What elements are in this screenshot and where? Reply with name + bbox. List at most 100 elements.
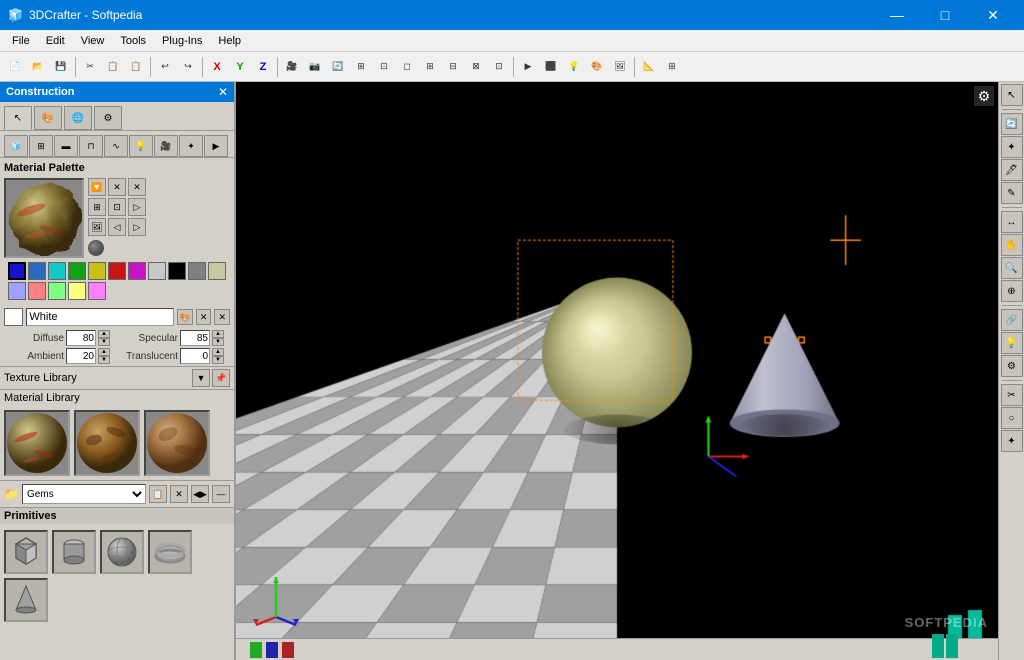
rt-zoomplus[interactable]: ⊕: [1001, 280, 1023, 302]
menu-tools[interactable]: Tools: [112, 33, 154, 49]
swatch-salmon[interactable]: [28, 282, 46, 300]
tb-snap[interactable]: 📐: [638, 56, 660, 78]
mat-item-3[interactable]: [144, 410, 210, 476]
rt-move[interactable]: ↔: [1001, 211, 1023, 233]
palette-left-btn[interactable]: ◁: [108, 218, 126, 236]
rt-zoomin[interactable]: 🔍: [1001, 257, 1023, 279]
obj-tab-cam[interactable]: 🎥: [154, 135, 178, 157]
palette-right-btn[interactable]: ▷: [128, 218, 146, 236]
rt-connect[interactable]: 🔗: [1001, 309, 1023, 331]
obj-tab-mesh[interactable]: ⊞: [29, 135, 53, 157]
tb-save[interactable]: 💾: [50, 56, 72, 78]
obj-tab-box[interactable]: ▬: [54, 135, 78, 157]
swatch-yellow[interactable]: [88, 262, 106, 280]
menu-plugins[interactable]: Plug-Ins: [154, 33, 210, 49]
palette-grid-btn[interactable]: ⊞: [88, 198, 106, 216]
obj-tab-fx[interactable]: ✦: [179, 135, 203, 157]
swatch-ltgreen[interactable]: [48, 282, 66, 300]
rt-pan[interactable]: ✦: [1001, 136, 1023, 158]
tb-axis-y[interactable]: Y: [229, 56, 251, 78]
texture-lib-pin[interactable]: 📌: [212, 369, 230, 387]
rt-gear[interactable]: ⚙: [1001, 355, 1023, 377]
translucent-input[interactable]: [180, 348, 210, 364]
viewport-settings-button[interactable]: ⚙: [974, 86, 994, 106]
tb-render[interactable]: ▶: [517, 56, 539, 78]
diffuse-input[interactable]: [66, 330, 96, 346]
panel-tab-color[interactable]: 🎨: [34, 106, 62, 130]
rt-select[interactable]: ↖: [1001, 84, 1023, 106]
rt-paint[interactable]: ✎: [1001, 182, 1023, 204]
mat-item-2[interactable]: [74, 410, 140, 476]
swatch-tan[interactable]: [208, 262, 226, 280]
tb-sel4[interactable]: ⊠: [465, 56, 487, 78]
mat-color-pick[interactable]: 🎨: [177, 309, 193, 325]
palette-clear-btn[interactable]: ✕: [108, 178, 126, 196]
specular-down[interactable]: ▼: [212, 338, 224, 346]
obj-tab-shape[interactable]: ⊓: [79, 135, 103, 157]
tb-paste[interactable]: 📋: [125, 56, 147, 78]
library-minus-btn[interactable]: —: [212, 485, 230, 503]
ambient-input[interactable]: [66, 348, 96, 364]
translucent-down[interactable]: ▼: [212, 356, 224, 364]
primitive-cube[interactable]: [4, 530, 48, 574]
obj-tab-curve[interactable]: ∿: [104, 135, 128, 157]
rt-circle[interactable]: ○: [1001, 407, 1023, 429]
panel-tab-settings[interactable]: ⚙: [94, 106, 122, 130]
tb-sel2[interactable]: ⊞: [419, 56, 441, 78]
primitive-cylinder[interactable]: [52, 530, 96, 574]
rt-orbit[interactable]: 🔄: [1001, 113, 1023, 135]
library-add-btn[interactable]: 📋: [149, 485, 167, 503]
tb-cam5[interactable]: ⊡: [373, 56, 395, 78]
swatch-green[interactable]: [68, 262, 86, 280]
tb-axis-z[interactable]: Z: [252, 56, 274, 78]
rt-light2[interactable]: 💡: [1001, 332, 1023, 354]
swatch-blue[interactable]: [8, 262, 26, 280]
primitive-sphere[interactable]: [100, 530, 144, 574]
rt-zoom[interactable]: 🖊: [1001, 159, 1023, 181]
material-name-input[interactable]: [26, 308, 174, 326]
tb-cut[interactable]: ✂: [79, 56, 101, 78]
tb-render2[interactable]: ⬛: [540, 56, 562, 78]
palette-dots-btn[interactable]: ⊡: [108, 198, 126, 216]
tb-axis-x[interactable]: X: [206, 56, 228, 78]
library-select[interactable]: Gems Metals Stone Wood Fabric: [22, 484, 146, 504]
panel-tab-arrow[interactable]: ↖: [4, 106, 32, 130]
primitive-cone[interactable]: [4, 578, 48, 622]
palette-x-btn[interactable]: ✕: [128, 178, 146, 196]
obj-tab-anim[interactable]: ▶: [204, 135, 228, 157]
obj-tab-cube[interactable]: 🧊: [4, 135, 28, 157]
tb-sel1[interactable]: ◻: [396, 56, 418, 78]
tb-undo[interactable]: ↩: [154, 56, 176, 78]
palette-material-btn[interactable]: 🖼: [88, 218, 106, 236]
obj-tab-light[interactable]: 💡: [129, 135, 153, 157]
tb-copy[interactable]: 📋: [102, 56, 124, 78]
tb-new[interactable]: 📄: [4, 56, 26, 78]
specular-up[interactable]: ▲: [212, 330, 224, 338]
maximize-button[interactable]: □: [922, 0, 968, 30]
tb-cam4[interactable]: ⊞: [350, 56, 372, 78]
mat-item-1[interactable]: [4, 410, 70, 476]
tb-light[interactable]: 💡: [563, 56, 585, 78]
swatch-ltyellow[interactable]: [68, 282, 86, 300]
tb-cam1[interactable]: 🎥: [281, 56, 303, 78]
minimize-button[interactable]: —: [874, 0, 920, 30]
mat-clear[interactable]: ✕: [196, 309, 212, 325]
specular-input[interactable]: [180, 330, 210, 346]
tb-mat[interactable]: 🎨: [586, 56, 608, 78]
menu-file[interactable]: File: [4, 33, 38, 49]
texture-lib-expand[interactable]: ▼: [192, 369, 210, 387]
material-color-swatch[interactable]: [4, 308, 23, 326]
tb-redo[interactable]: ↪: [177, 56, 199, 78]
swatch-black[interactable]: [168, 262, 186, 280]
panel-tab-globe[interactable]: 🌐: [64, 106, 92, 130]
palette-filter-btn[interactable]: 🔽: [88, 178, 106, 196]
library-nav-btn[interactable]: ◀▶: [191, 485, 209, 503]
menu-view[interactable]: View: [73, 33, 113, 49]
palette-arrow-btn[interactable]: ▷: [128, 198, 146, 216]
construction-close[interactable]: ✕: [218, 85, 228, 99]
tb-cam2[interactable]: 📷: [304, 56, 326, 78]
ambient-down[interactable]: ▼: [98, 356, 110, 364]
tb-sel3[interactable]: ⊟: [442, 56, 464, 78]
swatch-periwinkle[interactable]: [8, 282, 26, 300]
menu-edit[interactable]: Edit: [38, 33, 73, 49]
